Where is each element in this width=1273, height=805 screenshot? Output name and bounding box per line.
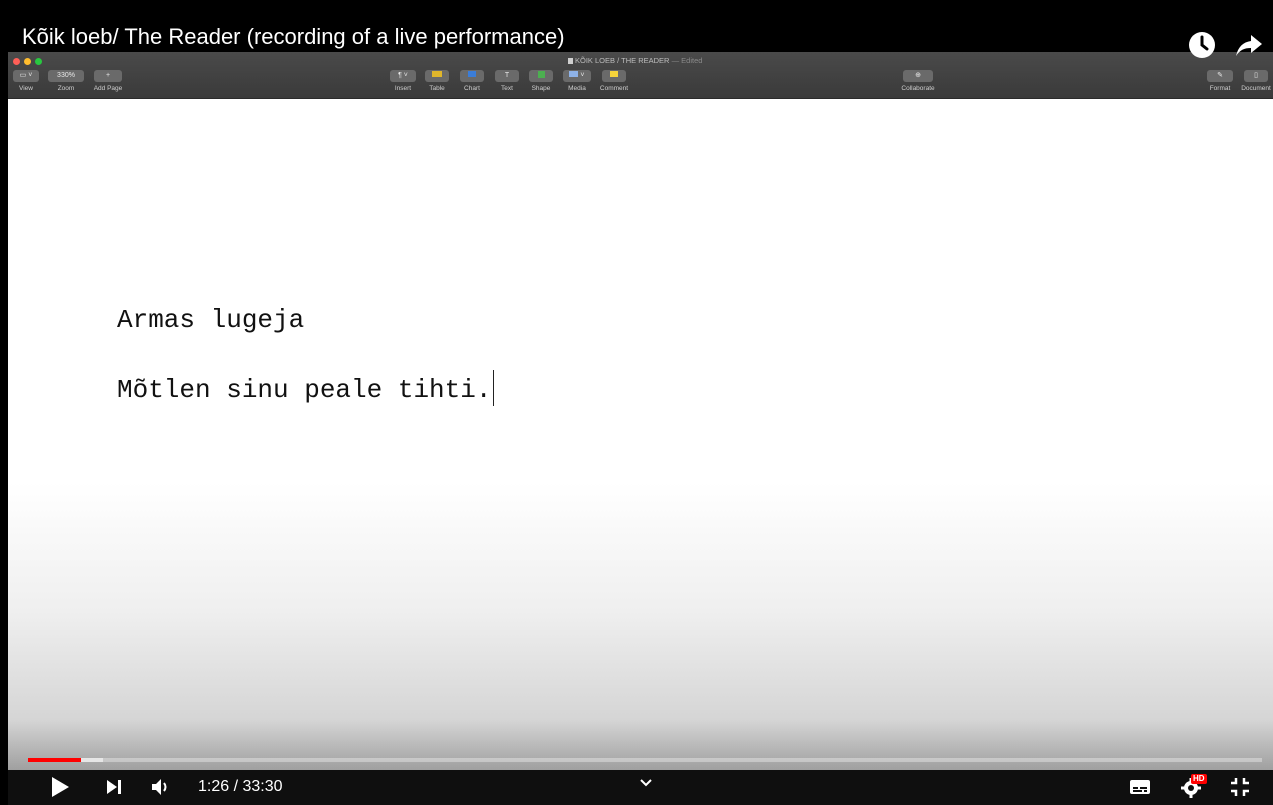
chart-button[interactable]: Chart — [458, 70, 486, 92]
shape-icon — [529, 70, 553, 82]
zoom-value: 330% — [48, 70, 84, 82]
document-line: Armas lugeja — [117, 305, 305, 335]
more-videos-button[interactable] — [634, 770, 658, 796]
next-icon — [107, 780, 121, 794]
video-title[interactable]: Kõik loeb/ The Reader (recording of a li… — [22, 24, 565, 50]
pages-toolbar: KÕIK LOEB / THE READER — Edited ▭ ˅ View… — [8, 52, 1273, 99]
document-line-with-cursor: Mõtlen sinu peale tihti. — [117, 370, 495, 407]
sidebar-icon: ▭ ˅ — [13, 70, 39, 82]
hd-badge: HD — [1191, 774, 1207, 784]
plus-icon: + — [94, 70, 122, 82]
add-page-button[interactable]: + Add Page — [90, 70, 126, 92]
play-icon — [52, 777, 69, 797]
close-window-dot — [13, 58, 20, 65]
zoom-window-dot — [35, 58, 42, 65]
document-title: KÕIK LOEB / THE READER — Edited — [568, 56, 702, 65]
progress-played — [28, 758, 82, 762]
table-button[interactable]: Table — [423, 70, 451, 92]
volume-icon — [152, 779, 167, 795]
document-button[interactable]: ▯ Document — [1239, 70, 1273, 92]
document-line: Mõtlen sinu peale tihti. — [117, 375, 492, 405]
text-button[interactable]: T Text — [493, 70, 521, 92]
share-arrow-icon[interactable] — [1234, 30, 1264, 60]
collaborate-label: Collaborate — [901, 85, 935, 92]
document-panel-icon: ▯ — [1244, 70, 1268, 82]
duration: 33:30 — [242, 778, 283, 795]
comment-button[interactable]: Comment — [596, 70, 632, 92]
time-display: 1:26 / 33:30 — [198, 776, 283, 798]
chevron-down-icon — [640, 779, 652, 787]
volume-button[interactable] — [147, 774, 175, 800]
settings-button[interactable]: HD — [1174, 774, 1208, 800]
shape-label: Shape — [531, 85, 551, 92]
comment-icon — [602, 70, 626, 82]
table-icon — [425, 70, 449, 82]
minimize-window-dot — [24, 58, 31, 65]
text-icon: T — [495, 70, 519, 82]
format-label: Format — [1209, 85, 1231, 92]
play-button[interactable] — [46, 774, 74, 800]
comment-label: Comment — [599, 85, 629, 92]
collaborate-button[interactable]: ⊕ Collaborate — [896, 70, 940, 92]
insert-button[interactable]: ¶ ˅ Insert — [388, 70, 418, 92]
current-time: 1:26 — [198, 778, 230, 795]
progress-bar[interactable] — [28, 758, 1262, 762]
zoom-button[interactable]: 330% Zoom — [46, 70, 86, 92]
chart-label: Chart — [464, 85, 480, 92]
subtitles-button[interactable] — [1126, 774, 1154, 800]
chart-icon — [460, 70, 484, 82]
clock-icon[interactable] — [1187, 30, 1217, 60]
document-label: Document — [1241, 85, 1271, 92]
text-cursor — [493, 370, 495, 406]
media-button[interactable]: ˅ Media — [561, 70, 593, 92]
shape-button[interactable]: Shape — [527, 70, 555, 92]
table-label: Table — [429, 85, 445, 92]
view-button[interactable]: ▭ ˅ View — [12, 70, 40, 92]
exit-fullscreen-icon — [1231, 778, 1249, 796]
document-icon — [568, 58, 573, 64]
document-status: — Edited — [671, 56, 703, 65]
paragraph-icon: ¶ ˅ — [390, 70, 416, 82]
time-separator: / — [229, 778, 243, 795]
document-name: KÕIK LOEB / THE READER — [575, 56, 670, 65]
insert-label: Insert — [394, 85, 412, 92]
exit-fullscreen-button[interactable] — [1226, 774, 1254, 800]
media-label: Media — [568, 85, 586, 92]
add-page-label: Add Page — [93, 85, 123, 92]
subtitles-icon — [1130, 780, 1150, 794]
format-button[interactable]: ✎ Format — [1205, 70, 1235, 92]
controls-bar: 1:26 / 33:30 HD — [8, 770, 1273, 805]
paintbrush-icon: ✎ — [1207, 70, 1233, 82]
pages-window: KÕIK LOEB / THE READER — Edited ▭ ˅ View… — [8, 52, 1273, 770]
view-label: View — [19, 85, 33, 92]
zoom-label: Zoom — [57, 85, 75, 92]
collaborate-icon: ⊕ — [903, 70, 933, 82]
text-label: Text — [501, 85, 513, 92]
next-button[interactable] — [101, 774, 127, 800]
media-icon: ˅ — [563, 70, 591, 82]
document-body[interactable]: Armas lugeja Mõtlen sinu peale tihti. — [117, 302, 495, 407]
video-player[interactable]: KÕIK LOEB / THE READER — Edited ▭ ˅ View… — [0, 0, 1273, 805]
